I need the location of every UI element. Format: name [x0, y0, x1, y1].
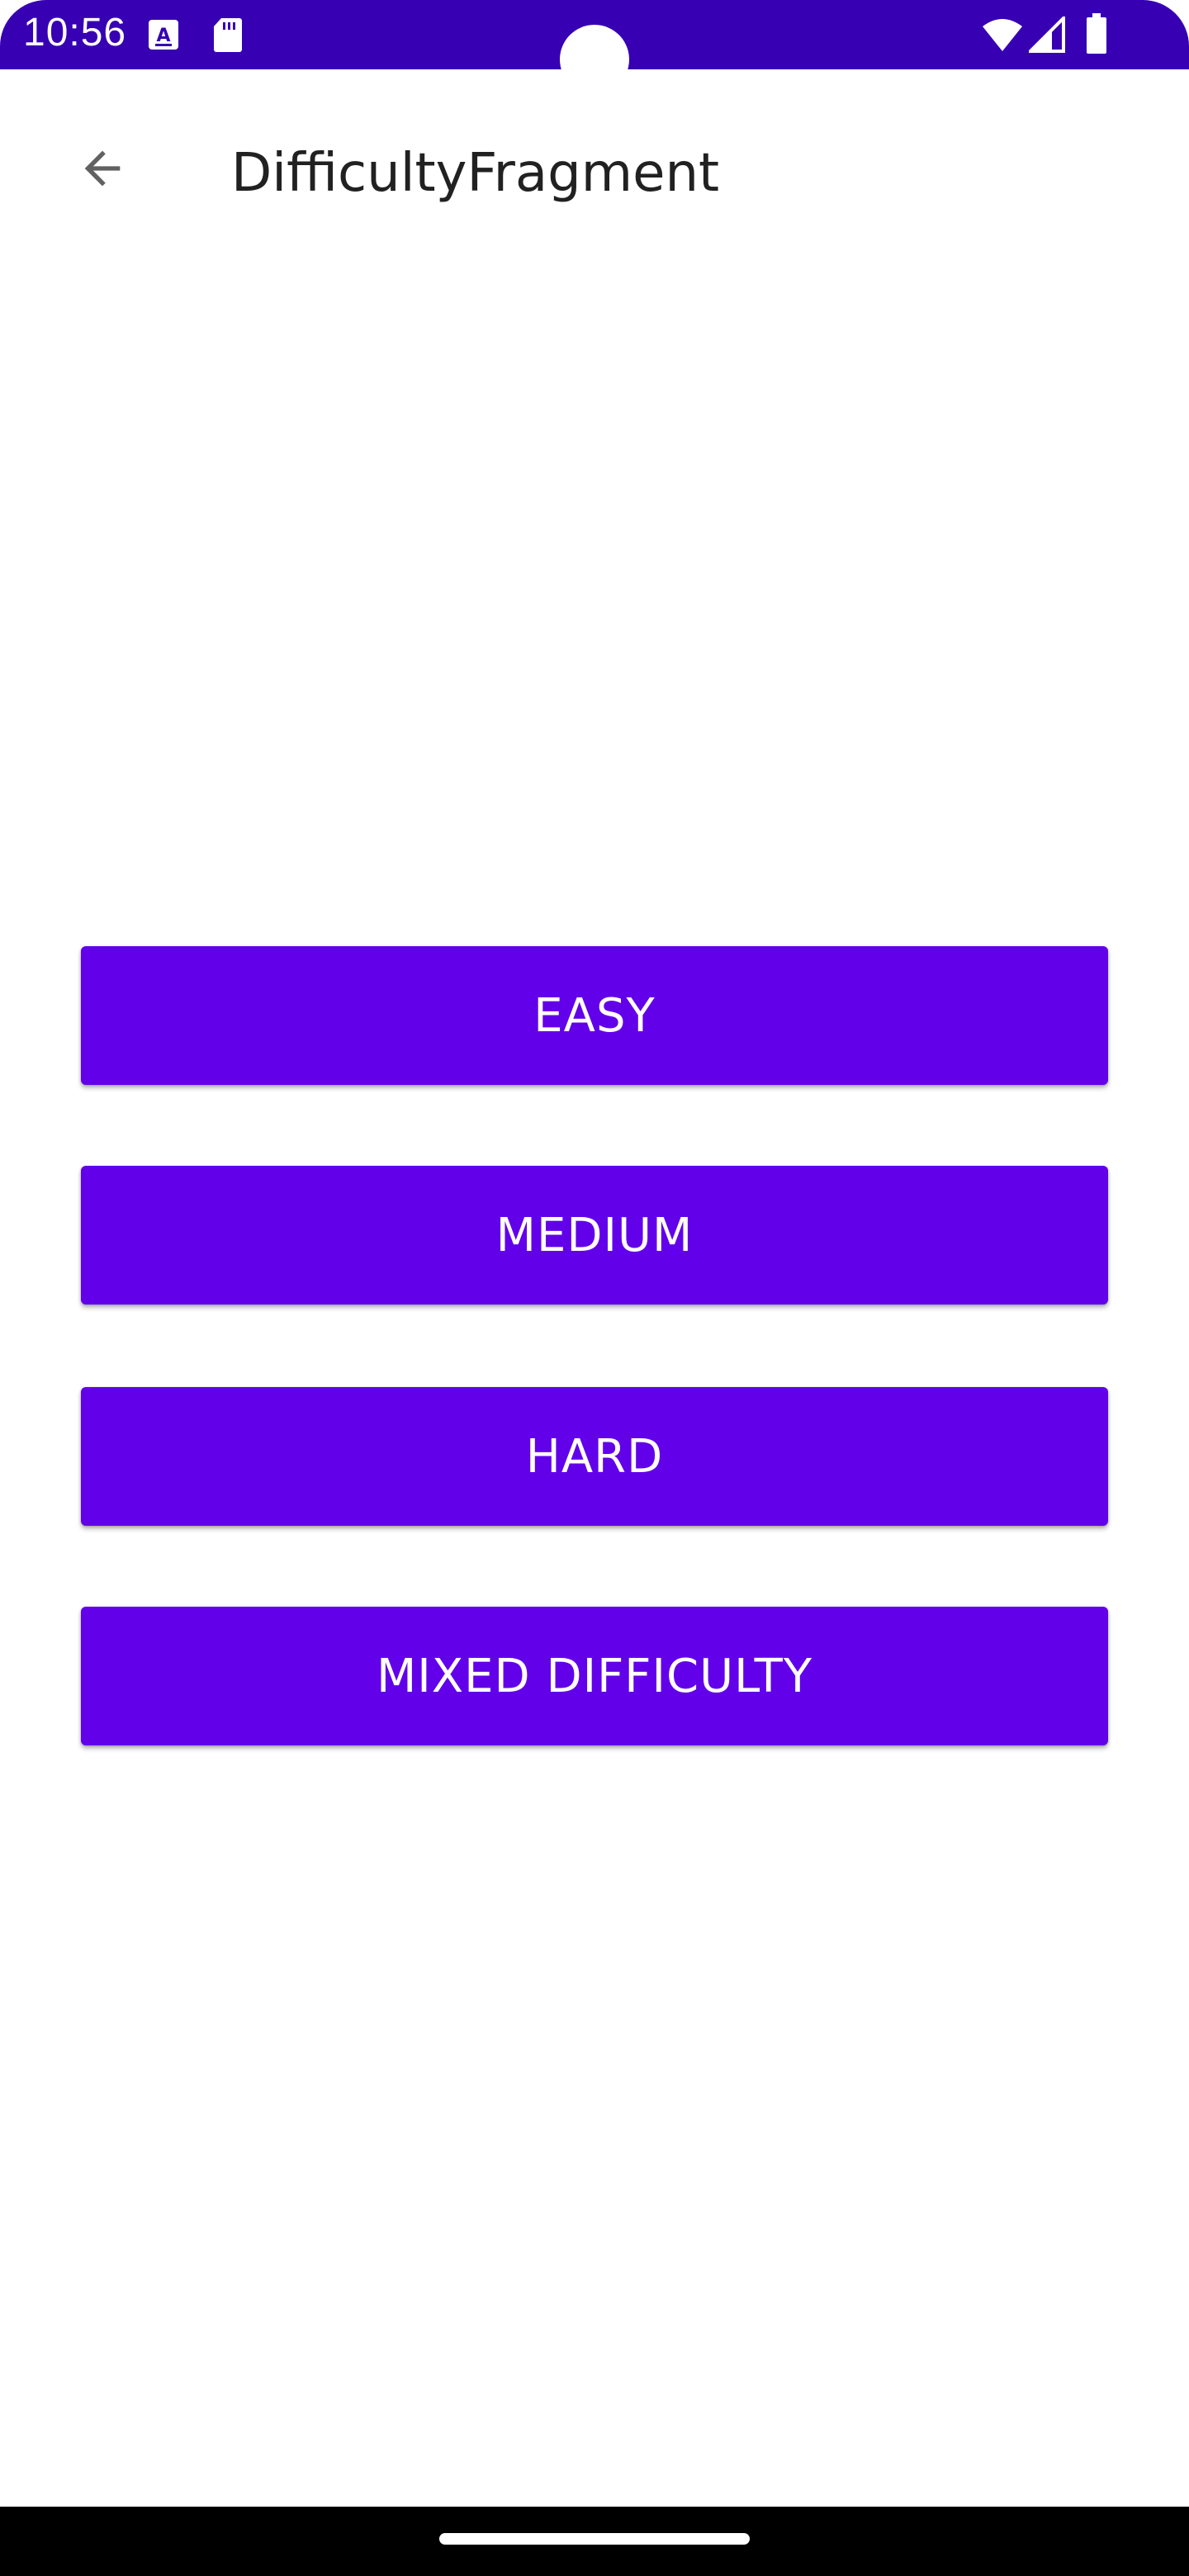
- page-title: DifficultyFragment: [231, 143, 720, 204]
- battery-icon: [1087, 13, 1106, 54]
- svg-text:A: A: [156, 26, 170, 46]
- wifi-icon: [983, 19, 1022, 51]
- cell-signal-icon: [1029, 17, 1065, 53]
- back-button[interactable]: [66, 132, 139, 205]
- sd-card-icon: [214, 18, 242, 52]
- home-gesture-handle[interactable]: [439, 2533, 750, 2545]
- arrow-back-icon: [84, 150, 121, 187]
- easy-button[interactable]: EASY: [81, 946, 1108, 1085]
- status-time: 10:56: [23, 11, 127, 54]
- font-a-icon: A: [149, 20, 178, 50]
- mixed-difficulty-button[interactable]: MIXED DIFFICULTY: [81, 1607, 1108, 1745]
- medium-button[interactable]: MEDIUM: [81, 1166, 1108, 1305]
- hard-button[interactable]: HARD: [81, 1387, 1108, 1526]
